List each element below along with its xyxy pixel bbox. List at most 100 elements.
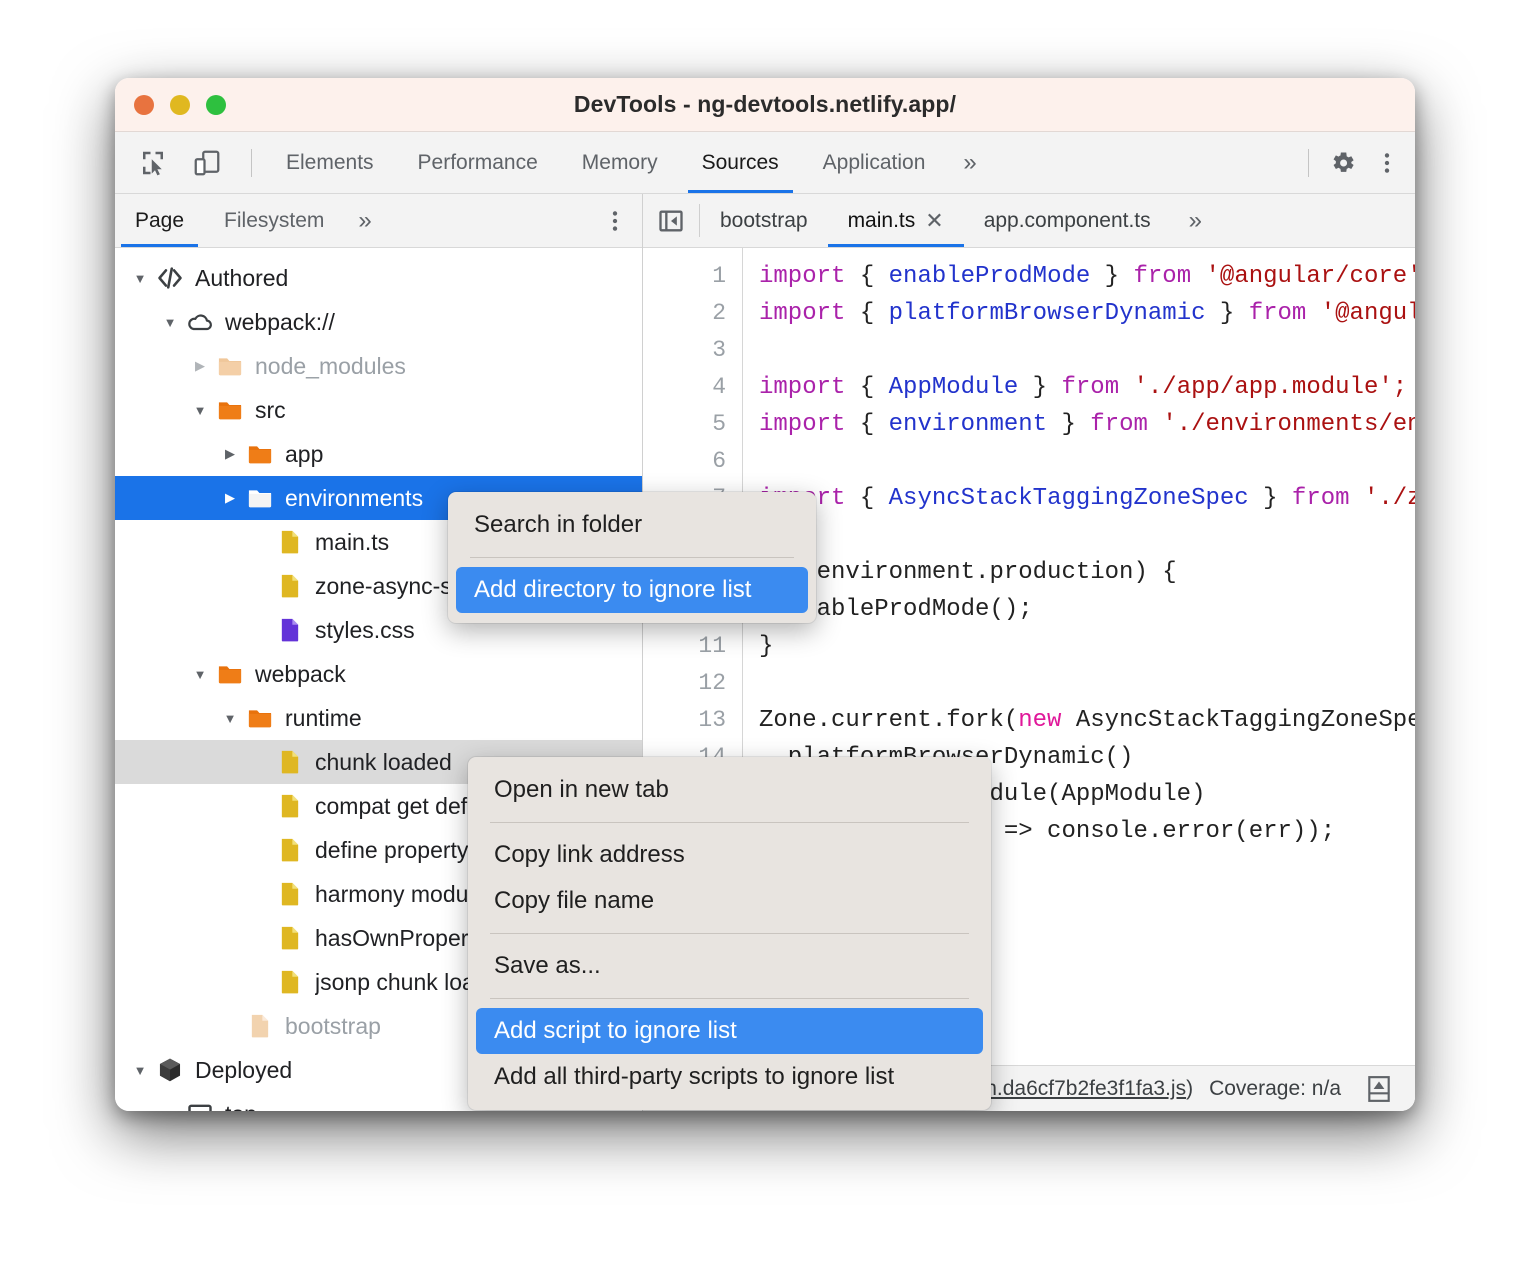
close-window-button[interactable] — [134, 95, 154, 115]
file-js-icon — [276, 792, 304, 820]
toolbar-separator-right — [1308, 149, 1309, 177]
folder-icon — [243, 440, 277, 468]
twisty-collapsed-icon[interactable]: ▶ — [187, 358, 213, 374]
code-token: ) => console.error(err)); — [975, 818, 1335, 845]
code-token — [1350, 485, 1364, 512]
tab-sources[interactable]: Sources — [680, 132, 801, 193]
code-token — [1191, 263, 1205, 290]
nav-more-tabs-chevron-icon[interactable]: » — [344, 194, 385, 247]
twisty-expanded-icon[interactable]: ▼ — [187, 403, 213, 418]
show-drawer-button[interactable] — [1357, 1069, 1401, 1109]
twisty-collapsed-icon[interactable]: ▶ — [217, 490, 243, 506]
folder-white-icon — [246, 484, 274, 512]
tab-elements[interactable]: Elements — [264, 132, 396, 193]
code-token: './environments/environment'; — [1162, 411, 1415, 438]
tab-memory[interactable]: Memory — [560, 132, 680, 193]
tree-item-app[interactable]: ▶app — [115, 432, 642, 476]
maximize-window-button[interactable] — [206, 95, 226, 115]
code-token: { — [845, 300, 888, 327]
inspect-element-icon — [138, 148, 168, 178]
tree-item-runtime[interactable]: ▼runtime — [115, 696, 642, 740]
code-line — [759, 517, 1415, 554]
menu-item-copy-link-address[interactable]: Copy link address — [468, 832, 991, 878]
settings-button[interactable] — [1321, 141, 1365, 185]
tab-application[interactable]: Application — [801, 132, 948, 193]
editor-tab-bootstrap[interactable]: bootstrap — [700, 194, 828, 247]
twisty-expanded-icon[interactable]: ▼ — [187, 667, 213, 682]
menu-item-save-as[interactable]: Save as... — [468, 943, 991, 989]
editor-more-tabs-chevron-icon[interactable]: » — [1171, 194, 1220, 247]
file-js-icon — [276, 836, 304, 864]
code-line: import { environment } from './environme… — [759, 406, 1415, 443]
menu-item-open-in-new-tab[interactable]: Open in new tab — [468, 767, 991, 813]
file-js-icon — [276, 924, 304, 952]
window-title: DevTools - ng-devtools.netlify.app/ — [115, 91, 1415, 118]
nav-tab-filesystem[interactable]: Filesystem — [204, 194, 344, 247]
file-js-icon — [273, 924, 307, 952]
more-options-button[interactable] — [1365, 141, 1409, 185]
close-tab-icon[interactable]: ✕ — [925, 208, 943, 234]
twisty-expanded-icon[interactable]: ▼ — [127, 271, 153, 286]
cloud-icon — [183, 308, 217, 336]
tree-item-webpack[interactable]: ▼ webpack:// — [115, 300, 642, 344]
inspect-element-button[interactable] — [131, 141, 175, 185]
toggle-navigator-button[interactable] — [643, 194, 699, 247]
tree-item-label: webpack:// — [225, 309, 335, 336]
code-token: from — [1061, 374, 1119, 401]
screenshot-root: DevTools - ng-devtools.netlify.app/ — [0, 0, 1528, 1274]
editor-tab-app-component-ts[interactable]: app.component.ts — [964, 194, 1171, 247]
device-toolbar-icon — [192, 148, 222, 178]
vertical-dots-icon — [602, 208, 628, 234]
folder-ignored-icon — [213, 352, 247, 380]
folder-context-menu[interactable]: Search in folder Add directory to ignore … — [448, 492, 816, 623]
devtools-window: DevTools - ng-devtools.netlify.app/ — [115, 78, 1415, 1111]
nav-tab-page[interactable]: Page — [115, 194, 204, 247]
frame-icon — [186, 1100, 214, 1111]
folder-icon — [213, 396, 247, 424]
tree-item-node-modules[interactable]: ▶node_modules — [115, 344, 642, 388]
twisty-expanded-icon[interactable]: ▼ — [157, 315, 183, 330]
code-line — [759, 332, 1415, 369]
traffic-lights — [134, 95, 226, 115]
code-token: new — [1018, 707, 1061, 734]
menu-item-search-in-folder[interactable]: Search in folder — [448, 502, 816, 548]
device-toolbar-button[interactable] — [185, 141, 229, 185]
file-js-icon — [273, 528, 307, 556]
navigator-more-options-button[interactable] — [602, 194, 642, 247]
tab-performance[interactable]: Performance — [396, 132, 560, 193]
code-brackets-icon — [153, 264, 187, 292]
frame-icon — [183, 1100, 217, 1111]
code-token: platformBrowserDynamic — [889, 300, 1206, 327]
twisty-collapsed-icon[interactable]: ▶ — [217, 446, 243, 462]
file-css-icon — [273, 616, 307, 644]
menu-item-add-all-third-party-scripts-to-ignore-list[interactable]: Add all third-party scripts to ignore li… — [468, 1054, 991, 1100]
file-js-icon — [273, 792, 307, 820]
panel-tab-list: Elements Performance Memory Sources Appl… — [264, 132, 993, 193]
code-token: from — [1249, 300, 1307, 327]
twisty-expanded-icon[interactable]: ▼ — [157, 1107, 183, 1112]
tree-item-authored[interactable]: ▼Authored — [115, 256, 642, 300]
code-token: import — [759, 411, 845, 438]
tree-item-webpack[interactable]: ▼webpack — [115, 652, 642, 696]
more-panels-chevron-icon[interactable]: » — [947, 132, 992, 193]
code-token: { — [845, 263, 888, 290]
folder-icon — [243, 704, 277, 732]
vertical-dots-icon — [1374, 150, 1400, 176]
twisty-expanded-icon[interactable]: ▼ — [127, 1063, 153, 1078]
file-js-icon — [276, 572, 304, 600]
file-js-icon — [276, 968, 304, 996]
file-js-icon — [276, 528, 304, 556]
code-line: import { platformBrowserDynamic } from '… — [759, 295, 1415, 332]
menu-item-add-directory-to-ignore-list[interactable]: Add directory to ignore list — [456, 567, 808, 613]
code-token: './zone-async-stack-tagging'; — [1364, 485, 1415, 512]
tree-item-src[interactable]: ▼src — [115, 388, 642, 432]
menu-item-copy-file-name[interactable]: Copy file name — [468, 878, 991, 924]
line-number: 12 — [643, 665, 742, 702]
twisty-expanded-icon[interactable]: ▼ — [217, 711, 243, 726]
code-token: enableProdMode — [889, 263, 1091, 290]
menu-item-add-script-to-ignore-list[interactable]: Add script to ignore list — [476, 1008, 983, 1054]
script-context-menu[interactable]: Open in new tab Copy link addressCopy fil… — [468, 757, 991, 1110]
minimize-window-button[interactable] — [170, 95, 190, 115]
toolbar-icon-group — [115, 132, 264, 193]
editor-tab-main-ts[interactable]: main.ts ✕ — [828, 194, 964, 247]
